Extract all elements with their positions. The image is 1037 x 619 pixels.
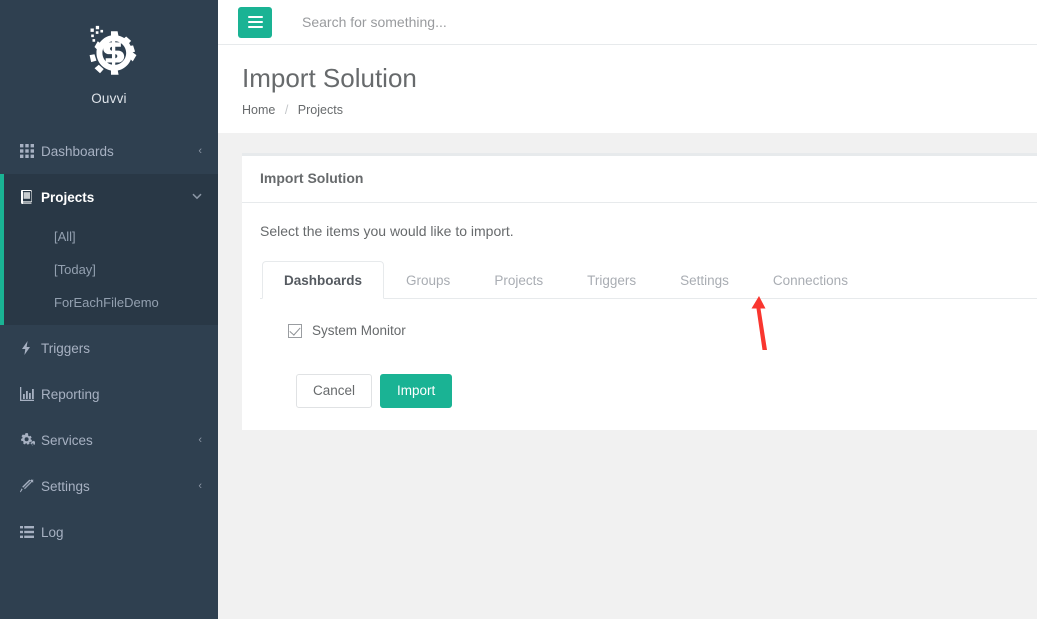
tab-dashboards[interactable]: Dashboards: [262, 261, 385, 300]
sidebar-item-label: Projects: [41, 189, 95, 205]
sidebar-item-label: Settings: [41, 478, 90, 494]
sidebar-subnav-projects: [All] [Today] ForEachFileDemo: [4, 220, 218, 325]
card-title: Import Solution: [260, 170, 364, 187]
sidebar-item-reporting[interactable]: Reporting: [0, 371, 218, 417]
list-icon: [20, 526, 41, 538]
checkbox-system-monitor[interactable]: [288, 323, 302, 338]
import-solution-card: Import Solution Select the items you wou…: [242, 153, 1037, 431]
sidebar-nav: Dashboards ‹ Projects [All] [Today] ForE…: [0, 128, 218, 555]
tab-groups[interactable]: Groups: [384, 261, 472, 299]
book-icon: [20, 190, 41, 204]
topbar: [218, 0, 1037, 45]
main-area: Import Solution Home / Projects Import S…: [218, 0, 1037, 619]
breadcrumb-separator: /: [284, 103, 289, 118]
page-title: Import Solution: [242, 63, 417, 93]
brand[interactable]: Ouvvi: [0, 0, 218, 120]
cancel-button[interactable]: Cancel: [296, 374, 373, 409]
sidebar-item-label: Reporting: [41, 386, 100, 402]
sidebar-item-label: Log: [41, 524, 64, 540]
action-buttons: Cancel Import: [296, 374, 1037, 409]
content-wrapper: Import Solution Select the items you wou…: [218, 133, 1037, 431]
sidebar: Ouvvi Dashboards ‹ Projects [All] [Today…: [0, 0, 218, 619]
hamburger-icon[interactable]: [238, 6, 272, 38]
breadcrumb-home[interactable]: Home: [242, 103, 275, 117]
chevron-left-icon: ‹: [198, 479, 202, 492]
tab-projects[interactable]: Projects: [472, 261, 565, 299]
tab-connections[interactable]: Connections: [751, 261, 870, 299]
search-input[interactable]: [302, 14, 662, 30]
card-header: Import Solution: [242, 156, 1037, 204]
chevron-left-icon: ‹: [198, 433, 202, 446]
gear-logo-icon: [89, 25, 137, 75]
sidebar-item-label: Triggers: [41, 340, 91, 356]
import-button[interactable]: Import: [380, 374, 453, 409]
page-header: Import Solution Home / Projects: [218, 45, 1037, 134]
sidebar-item-services[interactable]: Services ‹: [0, 417, 218, 463]
checkbox-label[interactable]: System Monitor: [312, 323, 406, 338]
brand-name: Ouvvi: [91, 91, 127, 106]
list-item: System Monitor: [288, 323, 1037, 338]
card-body: Select the items you would like to impor…: [242, 203, 1037, 430]
gears-icon: [20, 433, 41, 447]
app-root: Ouvvi Dashboards ‹ Projects [All] [Today…: [0, 0, 1037, 619]
sidebar-item-log[interactable]: Log: [0, 509, 218, 555]
sidebar-item-dashboards[interactable]: Dashboards ‹: [0, 128, 218, 174]
bar-chart-icon: [20, 387, 41, 401]
sidebar-item-triggers[interactable]: Triggers: [0, 325, 218, 371]
sidebar-subitem-today[interactable]: [Today]: [4, 253, 218, 286]
bolt-icon: [20, 341, 41, 355]
grid-icon: [20, 144, 41, 158]
tab-triggers[interactable]: Triggers: [565, 261, 658, 299]
hamburger-bar: [247, 21, 263, 23]
breadcrumb-current: Projects: [297, 103, 343, 118]
hamburger-bar: [247, 16, 263, 18]
sidebar-item-label: Dashboards: [41, 143, 114, 159]
sidebar-item-label: Services: [41, 432, 93, 448]
sidebar-item-projects[interactable]: Projects [All] [Today] ForEachFileDemo: [0, 174, 218, 325]
magic-wand-icon: [20, 479, 41, 493]
sidebar-subitem-all[interactable]: [All]: [4, 220, 218, 253]
sidebar-subitem-foreachfiledemo[interactable]: ForEachFileDemo: [4, 286, 218, 319]
intro-text: Select the items you would like to impor…: [260, 223, 514, 240]
hamburger-bar: [247, 26, 263, 28]
tab-settings[interactable]: Settings: [658, 261, 751, 299]
chevron-left-icon: ‹: [198, 144, 202, 157]
chevron-down-icon: [192, 192, 202, 203]
tab-panel-dashboards: System Monitor Cancel Import: [260, 299, 1037, 409]
sidebar-item-settings[interactable]: Settings ‹: [0, 463, 218, 509]
import-tabs: Dashboards Groups Projects Triggers Sett…: [260, 261, 1037, 300]
breadcrumb: Home / Projects: [242, 103, 1037, 117]
